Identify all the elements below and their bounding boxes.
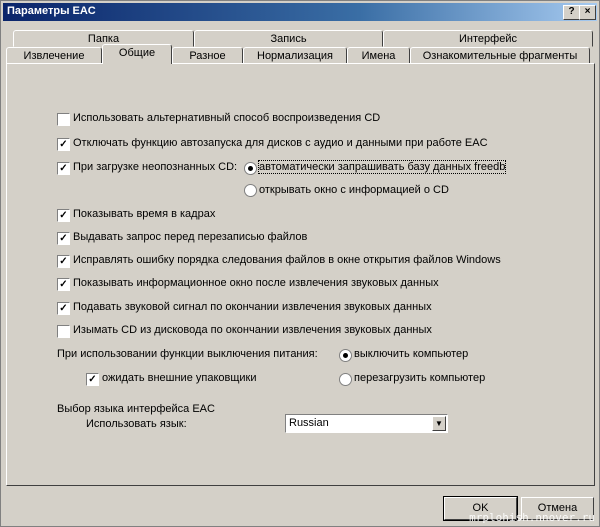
wait-packers-checkbox[interactable]: ✓ xyxy=(86,373,99,386)
eject-cd-label: Изымать CD из дисковода по окончании изв… xyxy=(73,324,432,336)
freedb-radio[interactable] xyxy=(244,162,257,175)
tab-normalize[interactable]: Нормализация xyxy=(243,47,347,64)
alt-playback-label: Использовать альтернативный способ воспр… xyxy=(73,112,381,124)
beep-checkbox[interactable]: ✓ xyxy=(57,302,70,315)
watermark: mrplohish.nnover.ru xyxy=(469,511,595,524)
tab-misc[interactable]: Разное xyxy=(172,47,243,64)
beep-label: Подавать звуковой сигнал по окончании из… xyxy=(73,301,432,313)
info-window-label: Показывать информационное окно после изв… xyxy=(73,277,439,289)
title-bar: Параметры EAC ? × xyxy=(3,3,597,21)
close-button[interactable]: × xyxy=(579,5,596,20)
tab-previews[interactable]: Ознакомительные фрагменты xyxy=(410,47,590,64)
frames-time-label: Показывать время в кадрах xyxy=(73,208,216,220)
eject-cd-checkbox[interactable] xyxy=(57,325,70,338)
file-order-fix-checkbox[interactable]: ✓ xyxy=(57,255,70,268)
cd-info-radio-label: открывать окно с информацией о CD xyxy=(259,184,449,196)
frames-time-checkbox[interactable]: ✓ xyxy=(57,209,70,222)
shutdown-radio-label: выключить компьютер xyxy=(354,348,469,360)
language-label: Использовать язык: xyxy=(86,418,187,430)
unknown-cd-label: При загрузке неопознанных CD: xyxy=(73,161,238,173)
disable-autorun-label: Отключать функцию автозапуска для дисков… xyxy=(73,137,488,149)
info-window-checkbox[interactable]: ✓ xyxy=(57,278,70,291)
unknown-cd-checkbox[interactable]: ✓ xyxy=(57,162,70,175)
cd-info-radio[interactable] xyxy=(244,184,257,197)
language-section-label: Выбор языка интерфейса EAC xyxy=(57,403,215,415)
disable-autorun-checkbox[interactable]: ✓ xyxy=(57,138,70,151)
tab-general[interactable]: Общие xyxy=(102,44,172,64)
reboot-radio[interactable] xyxy=(339,373,352,386)
overwrite-prompt-checkbox[interactable]: ✓ xyxy=(57,232,70,245)
chevron-down-icon[interactable]: ▼ xyxy=(432,416,446,431)
file-order-fix-label: Исправлять ошибку порядка следования фай… xyxy=(73,254,501,266)
shutdown-radio[interactable] xyxy=(339,349,352,362)
power-label: При использовании функции выключения пит… xyxy=(57,348,318,360)
window-title: Параметры EAC xyxy=(7,5,96,17)
alt-playback-checkbox[interactable] xyxy=(57,113,70,126)
tab-interface[interactable]: Интерфейс xyxy=(383,30,593,47)
language-value: Russian xyxy=(289,417,329,429)
help-button[interactable]: ? xyxy=(563,5,580,20)
tab-write[interactable]: Запись xyxy=(194,30,383,47)
wait-packers-label: ожидать внешние упаковщики xyxy=(102,372,257,384)
language-select[interactable]: Russian ▼ xyxy=(285,414,448,433)
settings-dialog: Параметры EAC ? × Папка Запись Интерфейс… xyxy=(0,0,600,527)
overwrite-prompt-label: Выдавать запрос перед перезаписью файлов xyxy=(73,231,308,243)
freedb-radio-label: автоматически запрашивать базу данных fr… xyxy=(257,160,507,174)
tab-extraction[interactable]: Извлечение xyxy=(6,47,102,64)
tab-names[interactable]: Имена xyxy=(347,47,410,64)
reboot-radio-label: перезагрузить компьютер xyxy=(354,372,486,384)
